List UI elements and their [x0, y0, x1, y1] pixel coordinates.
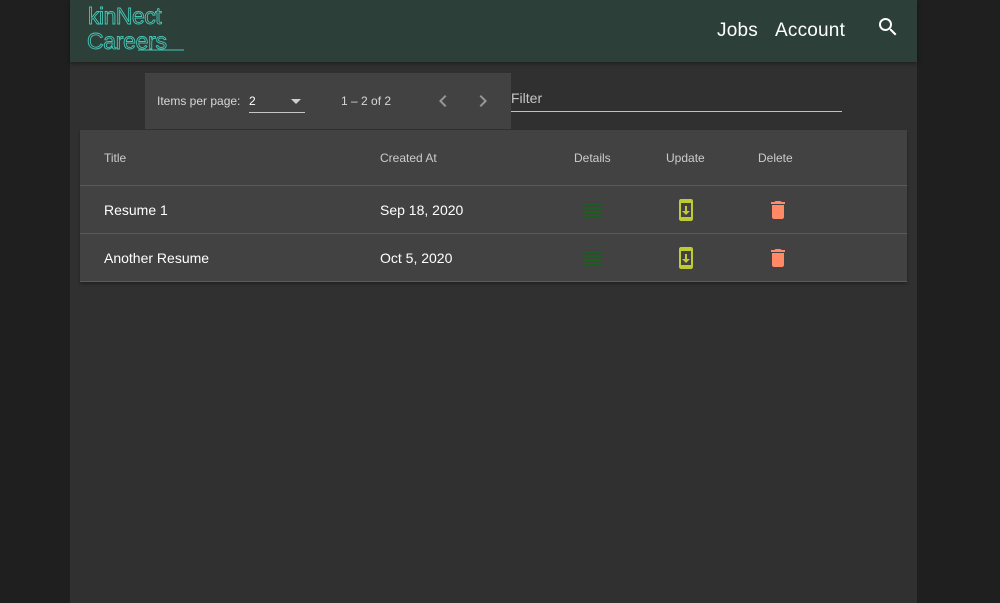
kinnect-careers-logo[interactable]: kinNect Careers — [86, 2, 186, 54]
nav-account-link[interactable]: Account — [775, 20, 845, 42]
table-row: Another Resume Oct 5, 2020 — [80, 234, 907, 282]
filter-field — [511, 86, 842, 112]
top-toolbar: kinNect Careers Jobs Account — [70, 0, 917, 62]
system-update-icon — [679, 247, 693, 269]
header-created-at: Created At — [380, 151, 437, 165]
delete-button[interactable] — [766, 198, 790, 222]
list-icon — [584, 203, 602, 217]
paginator: Items per page: 2 1 – 2 of 2 — [145, 73, 511, 129]
trash-icon — [771, 249, 785, 267]
header-title: Title — [104, 151, 127, 165]
update-button[interactable] — [674, 198, 698, 222]
next-page-button[interactable] — [471, 89, 495, 113]
logo-line-1: kinNect — [88, 3, 162, 29]
delete-button[interactable] — [766, 246, 790, 270]
app-container: kinNect Careers Jobs Account Items per p… — [70, 0, 917, 603]
details-button[interactable] — [581, 246, 605, 270]
update-button[interactable] — [674, 246, 698, 270]
header-delete: Delete — [758, 151, 793, 165]
search-button[interactable] — [876, 15, 900, 39]
resume-created-at: Oct 5, 2020 — [380, 250, 453, 266]
table-row: Resume 1 Sep 18, 2020 — [80, 186, 907, 234]
search-icon — [879, 18, 897, 36]
resume-title: Resume 1 — [104, 202, 168, 218]
system-update-icon — [679, 199, 693, 221]
table-header-row: Title Created At Details Update Delete — [80, 130, 907, 186]
chevron-left-icon — [439, 95, 447, 107]
header-details: Details — [574, 151, 611, 165]
dropdown-arrow-icon — [291, 99, 301, 104]
header-update: Update — [666, 151, 705, 165]
previous-page-button[interactable] — [431, 89, 455, 113]
resume-table: Title Created At Details Update Delete R… — [80, 130, 907, 282]
items-per-page-label: Items per page: — [157, 94, 241, 108]
details-button[interactable] — [581, 198, 605, 222]
page-range-label: 1 – 2 of 2 — [341, 94, 392, 108]
items-per-page-select[interactable]: 2 — [249, 92, 305, 113]
resume-title: Another Resume — [104, 250, 210, 266]
chevron-right-icon — [479, 95, 487, 107]
trash-icon — [771, 201, 785, 219]
filter-input[interactable] — [511, 89, 831, 107]
list-icon — [584, 251, 602, 265]
items-per-page-value: 2 — [249, 94, 256, 108]
nav-jobs-link[interactable]: Jobs — [717, 20, 758, 42]
resume-created-at: Sep 18, 2020 — [380, 202, 464, 218]
